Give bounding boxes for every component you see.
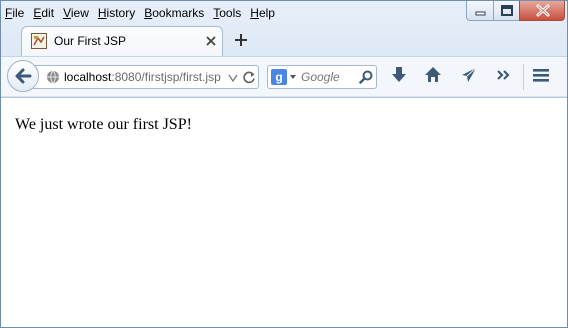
menu-edit[interactable]: Edit bbox=[33, 4, 54, 22]
hamburger-menu-icon[interactable] bbox=[532, 65, 550, 85]
page-body-text: We just wrote our first JSP! bbox=[15, 116, 192, 133]
menu-history[interactable]: History bbox=[98, 4, 135, 22]
back-button[interactable] bbox=[7, 60, 39, 92]
close-window-button[interactable] bbox=[519, 1, 565, 21]
close-icon bbox=[536, 4, 550, 17]
maximize-button[interactable] bbox=[493, 1, 520, 21]
overflow-icon[interactable] bbox=[495, 65, 513, 85]
menu-help[interactable]: Help bbox=[250, 4, 275, 22]
new-tab-icon[interactable] bbox=[233, 32, 249, 48]
minimize-icon bbox=[475, 11, 486, 16]
back-arrow-icon bbox=[15, 68, 32, 84]
search-placeholder: Google bbox=[301, 70, 340, 84]
dropdown-arrow-icon[interactable] bbox=[228, 74, 238, 82]
search-icon[interactable] bbox=[359, 70, 373, 84]
search-bar[interactable]: g Google bbox=[267, 65, 377, 89]
globe-icon bbox=[47, 70, 59, 84]
menu-tools[interactable]: Tools bbox=[213, 4, 241, 22]
download-icon[interactable] bbox=[390, 65, 408, 85]
tab-title: Our First JSP bbox=[54, 34, 127, 48]
menu-file[interactable]: File bbox=[5, 4, 24, 22]
address-url: localhost:8080/firstjsp/first.jsp bbox=[64, 70, 221, 84]
share-icon[interactable] bbox=[460, 65, 478, 85]
minimize-button[interactable] bbox=[466, 1, 494, 21]
browser-window: File Edit View History Bookmarks Tools H… bbox=[0, 0, 568, 328]
home-icon[interactable] bbox=[424, 65, 442, 85]
navigation-toolbar: localhost:8080/firstjsp/first.jsp g Goog… bbox=[1, 56, 567, 96]
tab-close-icon[interactable] bbox=[205, 35, 217, 47]
toolbar-separator bbox=[523, 64, 524, 90]
browser-chrome: File Edit View History Bookmarks Tools H… bbox=[1, 1, 567, 97]
tab-our-first-jsp[interactable]: Our First JSP bbox=[21, 26, 223, 56]
menu-bar: File Edit View History Bookmarks Tools H… bbox=[5, 4, 284, 22]
page-content: We just wrote our first JSP! bbox=[1, 97, 567, 327]
page-favicon-icon bbox=[31, 33, 47, 49]
google-icon[interactable]: g bbox=[271, 69, 287, 85]
address-bar[interactable]: localhost:8080/firstjsp/first.jsp bbox=[27, 65, 259, 89]
maximize-icon bbox=[501, 5, 513, 16]
search-engine-dropdown-icon[interactable] bbox=[290, 75, 296, 79]
menu-view[interactable]: View bbox=[63, 4, 89, 22]
menu-bookmarks[interactable]: Bookmarks bbox=[144, 4, 204, 22]
reload-icon[interactable] bbox=[242, 70, 256, 84]
